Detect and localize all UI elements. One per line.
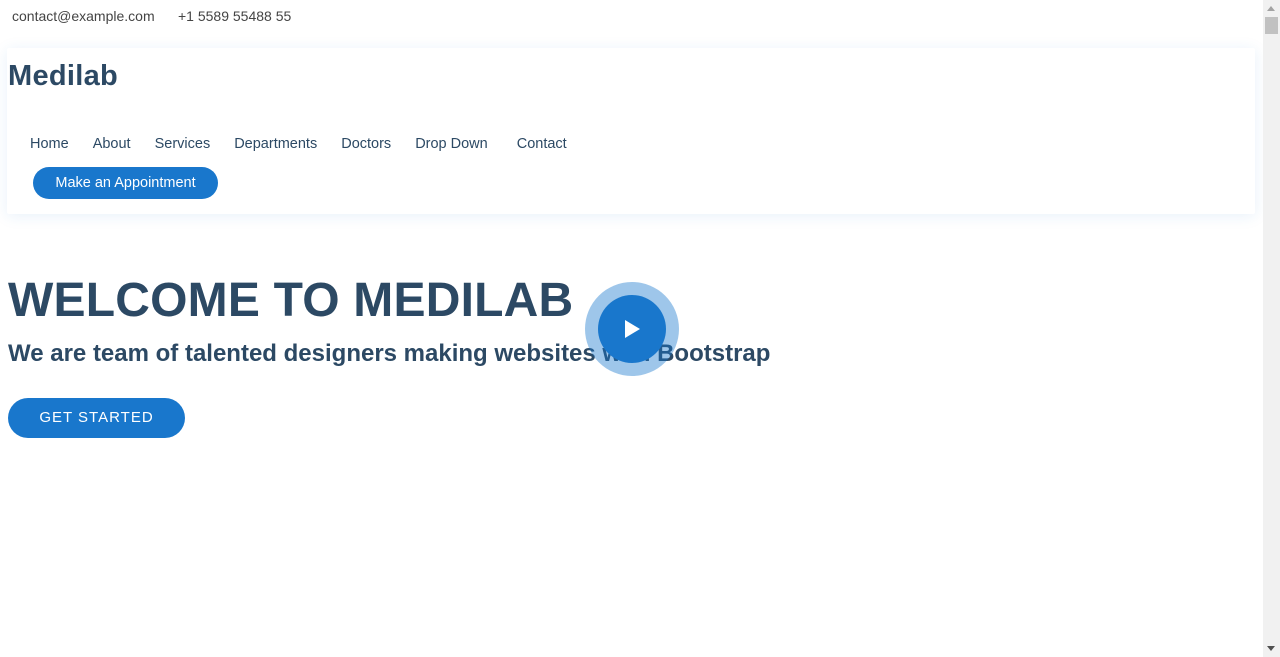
play-button-inner xyxy=(598,295,666,363)
play-icon xyxy=(625,320,640,338)
site-header: Medilab Home About Services Departments … xyxy=(7,48,1255,214)
scroll-down-icon[interactable] xyxy=(1267,646,1275,651)
get-started-button[interactable]: GET STARTED xyxy=(8,398,185,438)
topbar: contact@example.com +1 5589 55488 55 xyxy=(0,0,1263,40)
nav-item-services[interactable]: Services xyxy=(155,136,211,152)
site-logo[interactable]: Medilab xyxy=(8,60,118,93)
page: contact@example.com +1 5589 55488 55 Med… xyxy=(0,0,1263,657)
scroll-up-icon[interactable] xyxy=(1267,6,1275,11)
nav-item-contact[interactable]: Contact xyxy=(517,136,567,152)
vertical-scrollbar[interactable] xyxy=(1263,0,1280,657)
nav-item-doctors[interactable]: Doctors xyxy=(341,136,391,152)
make-appointment-button[interactable]: Make an Appointment xyxy=(33,167,218,199)
main-nav: Home About Services Departments Doctors … xyxy=(30,136,591,152)
play-video-button[interactable] xyxy=(585,282,679,376)
contact-phone[interactable]: +1 5589 55488 55 xyxy=(178,8,291,24)
hero-title: WELCOME TO MEDILAB xyxy=(8,274,574,327)
scrollbar-thumb[interactable] xyxy=(1265,17,1278,34)
nav-item-departments[interactable]: Departments xyxy=(234,136,317,152)
nav-item-home[interactable]: Home xyxy=(30,136,69,152)
nav-item-about[interactable]: About xyxy=(93,136,131,152)
contact-email[interactable]: contact@example.com xyxy=(12,8,155,24)
nav-item-drop-down[interactable]: Drop Down xyxy=(415,136,488,152)
